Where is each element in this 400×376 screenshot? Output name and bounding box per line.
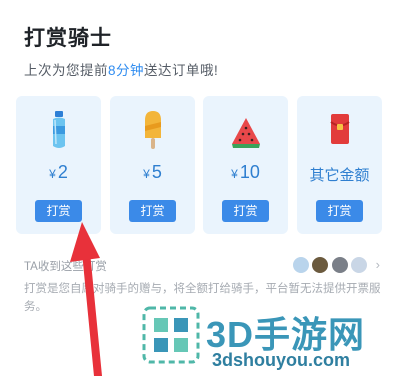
avatar xyxy=(291,256,310,274)
tip-card-5[interactable]: ¥5 打赏 xyxy=(110,96,195,234)
tip-amount-5: ¥5 xyxy=(143,162,162,182)
avatar xyxy=(350,256,368,274)
subtitle-suffix: 送达订单哦! xyxy=(144,63,219,78)
tip-button-5[interactable]: 打赏 xyxy=(129,200,176,222)
water-bottle-icon xyxy=(16,110,101,150)
popsicle-icon xyxy=(110,110,195,150)
tip-card-2[interactable]: ¥2 打赏 xyxy=(16,96,101,234)
tip-amount-2: ¥2 xyxy=(49,162,68,182)
tip-amount-10: ¥10 xyxy=(231,162,260,182)
tipper-avatars xyxy=(291,256,368,274)
watermelon-icon xyxy=(203,110,288,150)
tip-button-10[interactable]: 打赏 xyxy=(222,200,269,222)
avatar xyxy=(311,256,330,274)
tip-card-10[interactable]: ¥10 打赏 xyxy=(203,96,288,234)
avatar xyxy=(330,256,349,274)
watermark-logo-icon xyxy=(142,306,200,364)
tip-options: ¥2 打赏 ¥5 打赏 ¥ 10 打赏 其它金额 打赏 xyxy=(16,96,382,234)
received-tips-row[interactable]: TA收到这些打赏 › xyxy=(24,256,380,276)
tip-button-other[interactable]: 打赏 xyxy=(316,200,363,222)
subtitle-prefix: 上次为您提前 xyxy=(24,63,108,78)
subtitle: 上次为您提前8分钟送达订单哦! xyxy=(24,59,218,79)
page-title: 打赏骑士 xyxy=(24,27,112,50)
chevron-right-icon[interactable]: › xyxy=(376,257,380,272)
subtitle-highlight-time: 8分钟 xyxy=(108,63,145,78)
watermark-domain: 3dshouyou.com xyxy=(212,350,351,370)
tip-button-2[interactable]: 打赏 xyxy=(35,200,82,222)
red-envelope-icon xyxy=(297,110,382,150)
tip-card-other[interactable]: 其它金额 打赏 xyxy=(297,96,382,234)
tip-amount-other: 其它金额 xyxy=(309,167,370,184)
received-tips-label: TA收到这些打赏 xyxy=(24,261,107,273)
